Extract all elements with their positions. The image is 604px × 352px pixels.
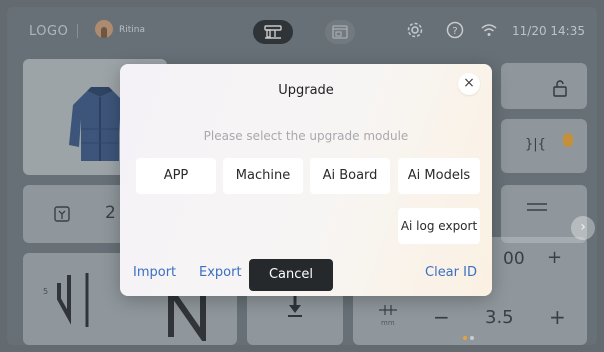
close-icon: × [463, 75, 475, 91]
page-indicator-active [463, 336, 467, 340]
clear-id-link[interactable]: Clear ID [425, 265, 477, 280]
close-button[interactable]: × [458, 73, 480, 95]
dialog-subtitle: Please select the upgrade module [203, 129, 409, 143]
ai-board-option-button[interactable]: Ai Board [310, 158, 390, 194]
import-link[interactable]: Import [133, 265, 176, 280]
page-indicator [470, 336, 474, 340]
next-page-button[interactable]: › [571, 216, 595, 240]
ai-models-option-button[interactable]: Ai Models [398, 158, 480, 194]
ai-log-export-button[interactable]: Ai log export [398, 208, 480, 244]
dialog-title: Upgrade [278, 83, 334, 98]
upgrade-dialog: Upgrade × Please select the upgrade modu… [120, 64, 492, 296]
export-link[interactable]: Export [199, 265, 242, 280]
chevron-right-icon: › [580, 219, 586, 235]
app-option-button[interactable]: APP [136, 158, 216, 194]
cancel-button[interactable]: Cancel [249, 259, 333, 291]
machine-option-button[interactable]: Machine [223, 158, 303, 194]
